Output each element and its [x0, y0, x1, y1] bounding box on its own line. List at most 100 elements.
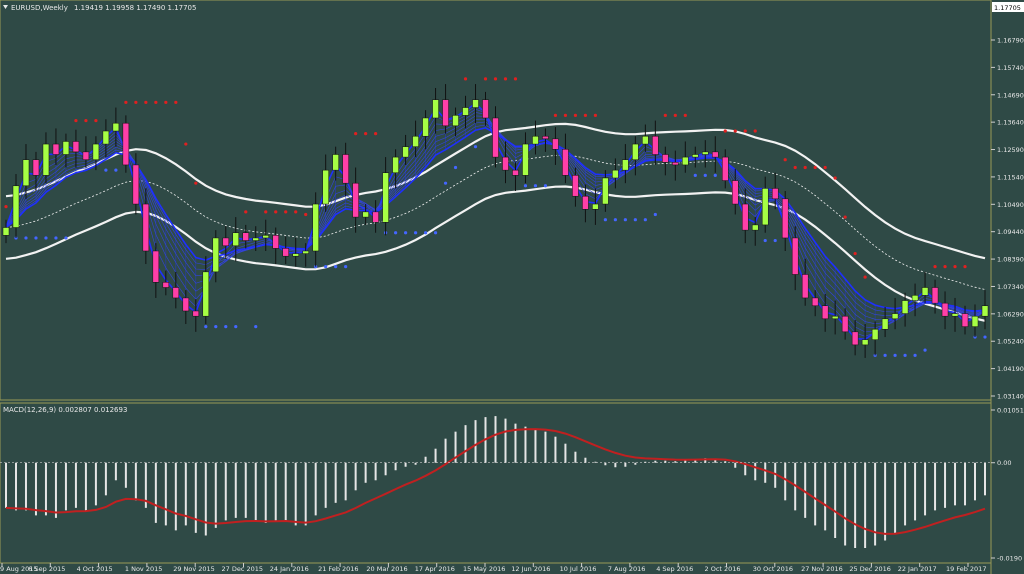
candle-body: [472, 99, 479, 108]
sar-dot: [833, 176, 837, 180]
sar-dot: [903, 353, 907, 357]
sar-dot: [533, 184, 538, 188]
price-tick-label: 1.09440: [997, 228, 1024, 236]
time-axis: 9 Aug 20156 Sep 2015 4 Oct 2015 1 Nov 2015…: [0, 563, 986, 573]
sar-dot: [364, 132, 368, 136]
price-tick-label: 1.08390: [997, 256, 1024, 264]
time-tick-label: 22 Jan 2017: [898, 565, 937, 573]
candle-body: [342, 154, 349, 184]
sar-dot: [134, 100, 138, 104]
sar-dot: [124, 100, 128, 104]
sar-dot: [394, 231, 398, 235]
time-tick-label: 27 Nov 2016: [801, 565, 843, 573]
sar-dot: [254, 325, 258, 329]
sar-dot: [84, 118, 88, 123]
sar-dot: [663, 113, 667, 117]
candle-body: [941, 302, 949, 317]
time-tick-label: 10 Jul 2016: [560, 565, 597, 573]
sar-dot: [483, 77, 488, 81]
candle-body: [42, 143, 50, 176]
sar-dot: [403, 231, 408, 235]
candle-body: [32, 159, 40, 176]
last-price-label: 1.17705: [994, 4, 1021, 12]
sar-dot: [613, 218, 617, 222]
sar-dot: [943, 265, 947, 269]
symbol-label: EURUSD,Weekly: [11, 4, 68, 12]
candle-body: [901, 300, 909, 314]
sar-dot: [4, 205, 8, 209]
candle-body: [82, 151, 90, 160]
candle-body: [322, 169, 329, 205]
sar-dot: [763, 238, 767, 243]
candle-body: [751, 224, 759, 231]
sar-dot: [433, 231, 438, 235]
sar-dot: [44, 236, 48, 240]
candle-body: [741, 203, 749, 231]
sar-dot: [963, 265, 967, 269]
sar-dot: [603, 218, 607, 222]
sar-dot: [953, 265, 957, 269]
candle-body: [692, 154, 699, 158]
sar-dot: [523, 184, 528, 188]
candle-body: [2, 227, 10, 236]
candle-body: [372, 211, 379, 223]
candle-body: [132, 164, 140, 205]
sar-dot: [164, 100, 168, 104]
sar-dot: [863, 275, 867, 279]
sar-dot: [883, 353, 887, 357]
time-tick-label: 4 Sep 2016: [656, 565, 693, 573]
sar-dot: [174, 100, 178, 104]
price-tick-label: 1.11540: [997, 173, 1024, 181]
price-tick-label: 1.06290: [997, 310, 1024, 318]
candle-body: [62, 141, 70, 155]
candle-body: [172, 287, 180, 299]
sar-dot: [753, 129, 757, 133]
candle-body: [22, 159, 30, 187]
sar-dot: [983, 335, 987, 339]
candle-body: [462, 107, 469, 116]
macd-tick-label: -0.0190: [997, 555, 1022, 563]
sar-dot: [733, 129, 737, 133]
price-tick-label: 1.07340: [997, 283, 1024, 291]
candle-body: [572, 175, 579, 197]
candle-body: [52, 143, 60, 155]
candle-body: [682, 156, 689, 166]
candle-body: [292, 253, 299, 257]
time-tick-label: 1 Nov 2015: [125, 565, 162, 573]
sar-dot: [573, 113, 578, 117]
sar-dot: [843, 215, 847, 219]
time-tick-label: 19 Feb 2017: [946, 565, 986, 573]
candle-body: [712, 151, 719, 158]
sar-dot: [104, 168, 108, 172]
sar-dot: [114, 168, 118, 172]
candle-body: [761, 188, 769, 226]
sar-dot: [913, 353, 917, 357]
candle-body: [951, 313, 959, 317]
candle-body: [552, 138, 559, 150]
price-tick-label: 1.13640: [997, 119, 1024, 127]
candle-body: [182, 297, 190, 312]
sar-dot: [813, 165, 817, 170]
time-tick-label: 29 Nov 2015: [173, 565, 215, 573]
time-tick-label: 2 Oct 2016: [705, 565, 741, 573]
candle-body: [662, 154, 669, 163]
candle-body: [722, 156, 729, 181]
candle-body: [102, 130, 110, 145]
sar-dot: [34, 236, 38, 240]
sar-dot: [503, 77, 508, 81]
candle-body: [212, 237, 220, 273]
sar-dot: [443, 181, 448, 185]
time-tick-label: 4 Oct 2015: [77, 565, 113, 573]
candle-body: [582, 195, 589, 210]
time-tick-label: 27 Dec 2015: [222, 565, 264, 573]
candle-body: [482, 99, 489, 119]
candle-body: [262, 235, 269, 239]
candle-body: [791, 237, 799, 275]
candle-body: [771, 188, 779, 200]
candle-body: [392, 156, 399, 173]
sar-dot: [703, 173, 707, 177]
sar-dot: [933, 265, 937, 269]
sar-dot: [194, 181, 198, 185]
sar-dot: [184, 142, 188, 146]
candle-body: [931, 287, 939, 304]
